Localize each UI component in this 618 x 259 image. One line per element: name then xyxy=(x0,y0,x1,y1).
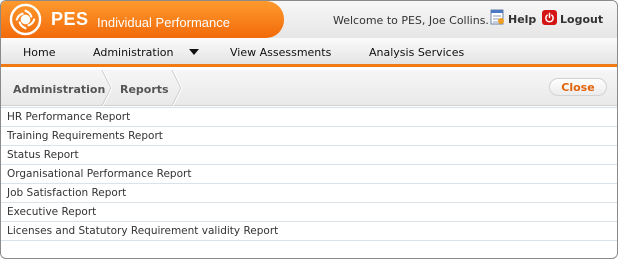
help-label: Help xyxy=(508,12,537,26)
chevron-down-icon[interactable] xyxy=(189,49,199,55)
nav-administration[interactable]: Administration xyxy=(93,46,174,59)
help-link[interactable]: Help xyxy=(489,9,536,29)
list-item[interactable]: Job Satisfaction Report xyxy=(1,184,617,203)
list-item[interactable]: Training Requirements Report xyxy=(1,127,617,146)
breadcrumb-separator xyxy=(101,70,113,106)
breadcrumb-reports[interactable]: Reports xyxy=(120,83,169,96)
logout-label: Logout xyxy=(560,12,604,26)
brand-banner: PES Individual Performance xyxy=(1,1,284,38)
breadcrumb: Administration Reports Close xyxy=(1,70,617,106)
close-button[interactable]: Close xyxy=(549,78,607,96)
nav-home[interactable]: Home xyxy=(23,46,55,59)
breadcrumb-separator xyxy=(171,70,183,106)
logout-icon xyxy=(542,9,557,25)
main-nav: Home Administration View Assessments Ana… xyxy=(1,38,617,67)
nav-view-assessments[interactable]: View Assessments xyxy=(230,46,331,59)
app-window: PES Individual Performance Welcome to PE… xyxy=(0,0,618,259)
brand-name: PES xyxy=(51,9,89,29)
welcome-message: Welcome to PES, Joe Collins. xyxy=(333,14,489,27)
app-header: PES Individual Performance Welcome to PE… xyxy=(1,1,617,38)
list-item[interactable]: Organisational Performance Report xyxy=(1,165,617,184)
list-item[interactable]: Executive Report xyxy=(1,203,617,222)
list-item[interactable]: Status Report xyxy=(1,146,617,165)
report-list: HR Performance Report Training Requireme… xyxy=(1,107,617,241)
breadcrumb-administration[interactable]: Administration xyxy=(13,83,105,96)
logo-icon xyxy=(9,3,42,36)
logout-link[interactable]: Logout xyxy=(542,9,603,29)
nav-analysis-services[interactable]: Analysis Services xyxy=(369,46,464,59)
help-icon xyxy=(490,9,504,25)
list-item[interactable]: Licenses and Statutory Requirement valid… xyxy=(1,222,617,241)
list-item[interactable]: HR Performance Report xyxy=(1,108,617,127)
brand-subtitle: Individual Performance xyxy=(97,15,230,30)
